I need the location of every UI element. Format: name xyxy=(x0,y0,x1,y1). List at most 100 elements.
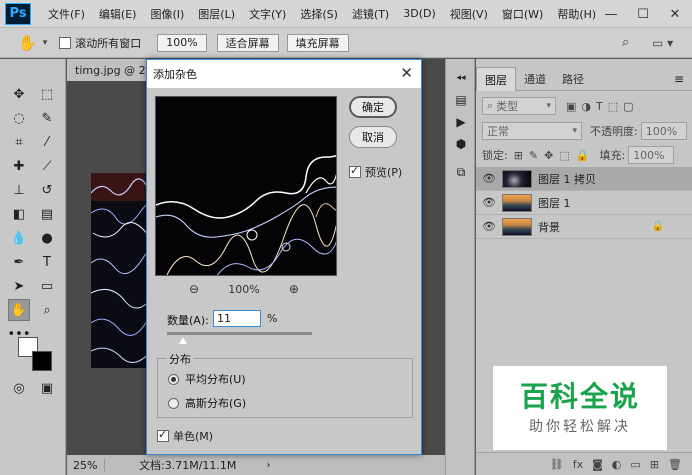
layer-row-background[interactable]: 👁 背景 🔒 xyxy=(476,215,692,239)
kind-filter-select[interactable]: ⌕ 类型 ▾ xyxy=(482,97,556,115)
fill-input[interactable]: 100% xyxy=(628,146,675,164)
menu-filter[interactable]: 滤镜(T) xyxy=(345,6,396,22)
blend-row: 正常 ▾ 不透明度: 100% xyxy=(476,122,692,140)
status-zoom[interactable]: 25% xyxy=(67,458,105,472)
amount-slider-track[interactable] xyxy=(167,332,312,335)
layer-thumbnail xyxy=(502,193,532,212)
type-tool-icon[interactable]: T xyxy=(36,251,58,273)
screen-mode-icon[interactable]: ▣ xyxy=(36,377,58,399)
menu-select[interactable]: 选择(S) xyxy=(293,6,345,22)
close-icon[interactable]: ✕ xyxy=(400,64,413,82)
history-panel-icon[interactable]: ▤ xyxy=(452,91,470,109)
eraser-tool-icon[interactable]: ◧ xyxy=(8,203,30,225)
shape-tool-icon[interactable]: ▭ xyxy=(36,275,58,297)
trash-icon[interactable]: 🗑 xyxy=(668,458,682,471)
menu-3d[interactable]: 3D(D) xyxy=(396,7,443,20)
watermark-sub: 助你轻松解决 xyxy=(529,419,631,435)
fx-icon[interactable]: fx xyxy=(573,458,583,471)
menu-view[interactable]: 视图(V) xyxy=(443,6,495,22)
gaussian-radio-button[interactable] xyxy=(168,397,179,409)
filter-icons[interactable]: ▣◑T⬚▢ xyxy=(566,100,639,113)
lock-icons[interactable]: ⊞✎✥⬚🔒 xyxy=(514,149,596,162)
background-color-swatch[interactable] xyxy=(32,351,52,371)
maximize-icon[interactable]: ☐ xyxy=(628,0,658,28)
marquee-tool-icon[interactable]: ⬚ xyxy=(36,83,58,105)
document-tab[interactable]: timg.jpg @ 25 xyxy=(67,59,157,81)
zoom-out-icon[interactable]: ⊖ xyxy=(189,282,199,296)
new-layer-icon[interactable]: ⊞ xyxy=(650,458,659,471)
menu-file[interactable]: 文件(F) xyxy=(41,6,92,22)
close-window-icon[interactable]: ✕ xyxy=(660,0,690,28)
fit-screen-button[interactable]: 适合屏幕 xyxy=(216,33,279,52)
preview-checkbox-box[interactable] xyxy=(349,164,361,178)
path-select-icon[interactable]: ➤ xyxy=(8,275,30,297)
healing-brush-icon[interactable]: ✚ xyxy=(8,155,30,177)
tab-layers[interactable]: 图层 xyxy=(476,67,516,91)
layer-row-layer1[interactable]: 👁 图层 1 xyxy=(476,191,692,215)
monochrome-checkbox-box[interactable] xyxy=(157,428,169,442)
lasso-tool-icon[interactable]: ◌ xyxy=(8,107,30,129)
gradient-tool-icon[interactable]: ▤ xyxy=(36,203,58,225)
pen-tool-icon[interactable]: ✒ xyxy=(8,251,30,273)
workspace-icon[interactable]: ▭ ▾ xyxy=(652,36,673,50)
gaussian-radio[interactable]: 高斯分布(G) xyxy=(168,395,246,411)
amount-input[interactable]: 11 xyxy=(213,310,261,327)
collapse-icon[interactable]: ◂◂ xyxy=(452,69,470,87)
blend-mode-value: 正常 xyxy=(487,125,509,138)
brush-tool-icon[interactable]: ⟋ xyxy=(36,155,58,177)
zoom-tool-icon[interactable]: ⌕ xyxy=(36,299,58,321)
monochrome-checkbox[interactable]: 单色(M) xyxy=(157,428,213,444)
eye-icon[interactable]: 👁 xyxy=(476,196,502,209)
checkbox-box[interactable] xyxy=(59,36,72,49)
adjustment-icon[interactable]: ◐ xyxy=(612,458,622,471)
properties-panel-icon[interactable]: ⧉ xyxy=(452,163,470,181)
menu-type[interactable]: 文字(Y) xyxy=(242,6,293,22)
menu-edit[interactable]: 编辑(E) xyxy=(92,6,144,22)
uniform-radio[interactable]: 平均分布(U) xyxy=(168,371,246,387)
opacity-input[interactable]: 100% xyxy=(640,122,687,140)
history-brush-icon[interactable]: ↺ xyxy=(36,179,58,201)
hand-tool-active-icon[interactable]: ✋ xyxy=(8,299,30,321)
move-tool-icon[interactable]: ✥ xyxy=(8,83,30,105)
cancel-button[interactable]: 取消 xyxy=(349,126,397,148)
dodge-tool-icon[interactable]: ● xyxy=(36,227,58,249)
menu-window[interactable]: 窗口(W) xyxy=(495,6,550,22)
tab-paths[interactable]: 路径 xyxy=(554,67,592,91)
fill-screen-button[interactable]: 填充屏幕 xyxy=(286,33,349,52)
blend-mode-select[interactable]: 正常 ▾ xyxy=(482,122,582,140)
fill-label: 填充: xyxy=(599,149,626,162)
menu-layer[interactable]: 图层(L) xyxy=(191,6,242,22)
blur-tool-icon[interactable]: 💧 xyxy=(8,227,30,249)
tab-channels[interactable]: 通道 xyxy=(516,67,554,91)
crop-tool-icon[interactable]: ⌗ xyxy=(8,131,30,153)
clone-stamp-icon[interactable]: ⊥ xyxy=(8,179,30,201)
layer-row-copy[interactable]: 👁 图层 1 拷贝 xyxy=(476,167,692,191)
filter-preview[interactable] xyxy=(155,96,337,276)
chevron-down-icon[interactable]: ▾ xyxy=(43,38,48,48)
amount-slider-handle[interactable] xyxy=(178,337,187,344)
chevron-right-icon[interactable]: › xyxy=(266,460,270,471)
menu-image[interactable]: 图像(I) xyxy=(143,6,191,22)
uniform-radio-button[interactable] xyxy=(168,373,179,385)
preview-label: 预览(P) xyxy=(365,166,403,179)
preview-checkbox[interactable]: 预览(P) xyxy=(349,164,402,180)
mask-icon[interactable]: ◙ xyxy=(592,458,603,471)
panel-menu-icon[interactable]: ≡ xyxy=(674,72,684,86)
quick-mask-icon[interactable]: ◎ xyxy=(8,377,30,399)
link-icon[interactable]: ⛓ xyxy=(550,458,564,471)
minimize-icon[interactable]: — xyxy=(596,0,626,28)
eye-icon[interactable]: 👁 xyxy=(476,172,502,185)
lock-row: 锁定: ⊞✎✥⬚🔒 填充: 100% xyxy=(476,146,692,164)
zoom-in-icon[interactable]: ⊕ xyxy=(289,282,299,296)
ok-button[interactable]: 确定 xyxy=(349,96,397,118)
quick-select-tool-icon[interactable]: ✎ xyxy=(36,107,58,129)
options-bar: ✋ ▾ 滚动所有窗口 100% 适合屏幕 填充屏幕 ⌕ ▭ ▾ xyxy=(0,28,692,58)
actions-play-icon[interactable]: ▶ xyxy=(452,113,470,131)
scroll-all-windows-checkbox[interactable]: 滚动所有窗口 xyxy=(59,35,141,51)
folder-icon[interactable]: ▭ xyxy=(630,458,640,471)
zoom-100-button[interactable]: 100% xyxy=(157,33,207,52)
eye-icon[interactable]: 👁 xyxy=(476,220,502,233)
search-icon[interactable]: ⌕ xyxy=(622,35,629,50)
3d-panel-icon[interactable]: ⬢ xyxy=(452,135,470,153)
eyedropper-tool-icon[interactable]: ⁄ xyxy=(36,131,58,153)
